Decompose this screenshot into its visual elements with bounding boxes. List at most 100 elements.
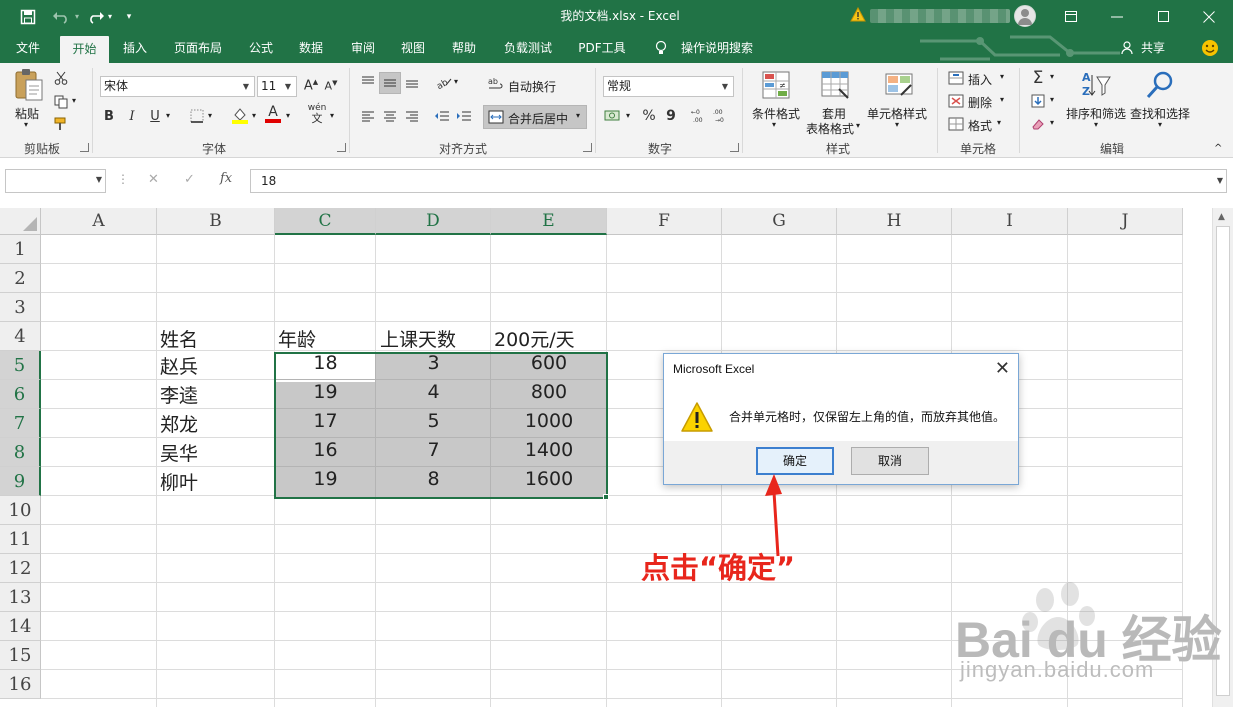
- fill-color-icon[interactable]: [231, 106, 249, 124]
- tab-pdf-tools[interactable]: PDF工具: [571, 33, 633, 63]
- row-header-14[interactable]: 14: [0, 612, 41, 641]
- format-painter-icon[interactable]: [52, 115, 70, 133]
- cell-b9[interactable]: 柳叶: [160, 468, 198, 495]
- cell-b5[interactable]: 赵兵: [160, 352, 198, 379]
- collapse-ribbon-icon[interactable]: ^: [1214, 143, 1222, 154]
- row-header-12[interactable]: 12: [0, 554, 41, 583]
- redo-dropdown-icon[interactable]: ▾: [104, 0, 116, 33]
- tab-help[interactable]: 帮助: [443, 33, 485, 63]
- cancel-entry-icon[interactable]: ✕: [148, 172, 159, 187]
- row-header-6[interactable]: 6: [0, 380, 41, 409]
- name-box-dropdown-icon[interactable]: ▼: [96, 175, 102, 184]
- customize-icon[interactable]: ▾: [120, 0, 138, 33]
- save-icon[interactable]: [14, 0, 42, 33]
- cut-icon[interactable]: [52, 69, 70, 87]
- dialog-close-icon[interactable]: ✕: [995, 358, 1010, 379]
- align-bottom-icon[interactable]: [403, 73, 421, 91]
- select-all-corner[interactable]: [0, 208, 41, 235]
- font-name-combo[interactable]: 宋体 ▼: [100, 76, 255, 97]
- tab-file[interactable]: 文件: [5, 33, 51, 63]
- fill-color-dropdown-icon[interactable]: ▾: [252, 111, 256, 120]
- autosum-dropdown-icon[interactable]: ▾: [1050, 72, 1054, 81]
- cell-styles-icon[interactable]: [883, 69, 915, 101]
- copy-icon[interactable]: [52, 93, 70, 111]
- wrap-text-button[interactable]: 自动换行: [508, 78, 556, 95]
- percent-button[interactable]: %: [640, 107, 658, 125]
- share-person-icon[interactable]: [1118, 33, 1138, 63]
- cell-b7[interactable]: 郑龙: [160, 410, 198, 437]
- format-cells-button[interactable]: 格式: [968, 117, 992, 134]
- find-select-icon[interactable]: [1144, 69, 1176, 101]
- alignment-launcher-icon[interactable]: [583, 143, 592, 152]
- format-dropdown-icon[interactable]: ▾: [997, 118, 1001, 127]
- tab-view[interactable]: 视图: [392, 33, 434, 63]
- insert-function-icon[interactable]: fx: [220, 171, 232, 186]
- row-header-1[interactable]: 1: [0, 235, 41, 264]
- cell-e4[interactable]: 200元/天: [494, 325, 575, 352]
- tab-review[interactable]: 审阅: [342, 33, 384, 63]
- align-center-icon[interactable]: [381, 107, 399, 125]
- row-header-9[interactable]: 9: [0, 467, 41, 496]
- sort-filter-dropdown-icon[interactable]: ▾: [1094, 120, 1098, 129]
- row-header-5[interactable]: 5: [0, 351, 41, 380]
- format-as-table-line2[interactable]: 表格格式: [806, 120, 854, 137]
- underline-dropdown-icon[interactable]: ▾: [166, 111, 170, 120]
- formula-bar-splitter[interactable]: ⋮: [117, 172, 129, 186]
- cell-c4[interactable]: 年龄: [278, 325, 316, 352]
- underline-button[interactable]: U: [146, 107, 164, 125]
- insert-cells-button[interactable]: 插入: [968, 71, 992, 88]
- cell-b4[interactable]: 姓名: [160, 325, 198, 352]
- comma-style-button[interactable]: 9: [662, 107, 680, 125]
- cancel-button[interactable]: 取消: [851, 447, 929, 475]
- delete-dropdown-icon[interactable]: ▾: [1000, 95, 1004, 104]
- sort-filter-icon[interactable]: AZ: [1080, 69, 1112, 101]
- name-box[interactable]: ▼: [5, 169, 106, 193]
- format-as-table-icon[interactable]: [819, 69, 851, 101]
- delete-cells-button[interactable]: 删除: [968, 94, 992, 111]
- number-launcher-icon[interactable]: [730, 143, 739, 152]
- borders-dropdown-icon[interactable]: ▾: [208, 111, 212, 120]
- find-select-dropdown-icon[interactable]: ▾: [1158, 120, 1162, 129]
- paste-icon[interactable]: [13, 68, 45, 101]
- warning-icon[interactable]: [850, 6, 866, 23]
- clear-icon[interactable]: [1029, 115, 1047, 133]
- merge-dropdown-icon[interactable]: ▾: [576, 111, 580, 120]
- italic-button[interactable]: I: [123, 107, 141, 125]
- undo-dropdown-icon[interactable]: ▾: [71, 0, 83, 33]
- smiley-icon[interactable]: [1198, 33, 1222, 63]
- phonetic-dropdown-icon[interactable]: ▾: [330, 111, 334, 120]
- align-middle-icon[interactable]: [381, 74, 399, 92]
- decrease-font-icon[interactable]: A▼: [322, 77, 340, 95]
- close-icon[interactable]: [1186, 0, 1232, 33]
- expand-formula-icon[interactable]: ▼: [1217, 170, 1223, 192]
- column-header-c[interactable]: C: [275, 208, 376, 235]
- orientation-dropdown-icon[interactable]: ▾: [454, 77, 458, 86]
- tab-page-layout[interactable]: 页面布局: [166, 33, 230, 63]
- tell-me-search[interactable]: 操作说明搜索: [676, 33, 758, 63]
- increase-decimal-icon[interactable]: ←0.00: [691, 107, 709, 125]
- decrease-indent-icon[interactable]: [433, 107, 451, 125]
- row-header-16[interactable]: 16: [0, 670, 41, 699]
- column-header-h[interactable]: H: [837, 208, 952, 235]
- column-header-f[interactable]: F: [607, 208, 722, 235]
- row-header-10[interactable]: 10: [0, 496, 41, 525]
- orientation-icon[interactable]: ab: [435, 73, 453, 91]
- column-header-e[interactable]: E: [491, 208, 607, 235]
- fill-dropdown-icon[interactable]: ▾: [1050, 95, 1054, 104]
- maximize-icon[interactable]: [1140, 0, 1186, 33]
- tab-data[interactable]: 数据: [290, 33, 332, 63]
- row-header-7[interactable]: 7: [0, 409, 41, 438]
- column-header-i[interactable]: I: [952, 208, 1068, 235]
- share-button[interactable]: 共享: [1138, 33, 1168, 63]
- row-header-11[interactable]: 11: [0, 525, 41, 554]
- scroll-up-icon[interactable]: ▲: [1218, 212, 1225, 222]
- row-header-3[interactable]: 3: [0, 293, 41, 322]
- clipboard-launcher-icon[interactable]: [80, 143, 89, 152]
- cell-b8[interactable]: 吴华: [160, 439, 198, 466]
- cell-d4[interactable]: 上课天数: [380, 325, 456, 352]
- formula-input[interactable]: 18 ▼: [250, 169, 1227, 193]
- format-cells-icon[interactable]: [947, 115, 965, 133]
- cell-styles-dropdown-icon[interactable]: ▾: [895, 120, 899, 129]
- bold-button[interactable]: B: [100, 107, 118, 125]
- column-header-g[interactable]: G: [722, 208, 837, 235]
